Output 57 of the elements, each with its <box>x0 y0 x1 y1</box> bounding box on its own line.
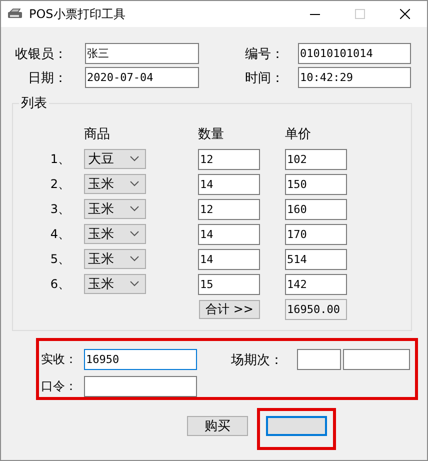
chevron-icon <box>130 181 139 187</box>
row-number: 4、 <box>49 226 71 242</box>
input-field[interactable] <box>84 376 197 397</box>
close-icon <box>400 9 410 19</box>
quantity-field[interactable]: 15 <box>198 274 260 295</box>
maximize-icon <box>354 9 364 19</box>
field-label: 口令： <box>41 378 78 395</box>
input-field[interactable] <box>343 349 410 370</box>
quantity-field[interactable]: 12 <box>198 199 260 220</box>
chevron-icon <box>130 231 139 237</box>
total-button[interactable]: 合计 >> <box>199 300 260 319</box>
input-field[interactable]: 张三 <box>85 43 199 64</box>
action-button[interactable] <box>266 416 327 436</box>
column-header: 商品 <box>84 126 111 144</box>
row-number: 6、 <box>49 276 71 292</box>
quantity-field[interactable]: 14 <box>198 174 260 195</box>
price-field[interactable]: 142 <box>285 274 347 295</box>
row-number: 3、 <box>49 200 71 218</box>
input-field[interactable]: 01010101014 <box>298 43 411 64</box>
field-label: 日期： <box>27 70 68 88</box>
field-label: 场期次： <box>230 352 284 370</box>
printer-icon <box>7 8 23 20</box>
row-number: 5、 <box>49 250 71 268</box>
product-dropdown[interactable]: 玉米 <box>84 174 146 194</box>
input-field[interactable] <box>297 349 341 370</box>
price-field[interactable]: 170 <box>285 224 347 245</box>
quantity-field[interactable]: 14 <box>198 224 260 245</box>
column-header: 单价 <box>285 126 312 144</box>
product-dropdown[interactable]: 玉米 <box>84 249 146 269</box>
chevron-icon <box>130 256 139 262</box>
product-dropdown[interactable]: 玉米 <box>84 274 146 294</box>
input-field[interactable]: 2020-07-04 <box>85 67 199 88</box>
total-field[interactable]: 16950.00 <box>285 299 347 320</box>
row-number: 1、 <box>49 150 71 168</box>
field-label: 时间： <box>244 70 285 88</box>
price-field[interactable]: 102 <box>285 149 347 170</box>
price-field[interactable]: 160 <box>285 199 347 220</box>
input-field[interactable]: 16950 <box>84 349 197 370</box>
quantity-field[interactable]: 14 <box>198 249 260 270</box>
field-label: 实收： <box>41 351 78 368</box>
row-number: 2、 <box>49 176 71 192</box>
chevron-icon <box>130 281 139 287</box>
action-button[interactable]: 购买 <box>187 416 248 436</box>
chevron-icon <box>130 156 139 162</box>
window-title: POS小票打印工具 <box>29 6 126 22</box>
price-field[interactable]: 150 <box>285 174 347 195</box>
field-label: 收银员： <box>14 46 68 64</box>
field-label: 编号： <box>244 46 285 64</box>
column-header: 数量 <box>198 126 225 144</box>
input-field[interactable]: 10:42:29 <box>298 67 411 88</box>
group-title: 列表 <box>20 95 48 112</box>
chevron-icon <box>130 206 139 212</box>
product-dropdown[interactable]: 玉米 <box>84 199 146 219</box>
product-dropdown[interactable]: 大豆 <box>84 149 146 169</box>
price-field[interactable]: 514 <box>285 249 347 270</box>
quantity-field[interactable]: 12 <box>198 149 260 170</box>
product-dropdown[interactable]: 玉米 <box>84 224 146 244</box>
